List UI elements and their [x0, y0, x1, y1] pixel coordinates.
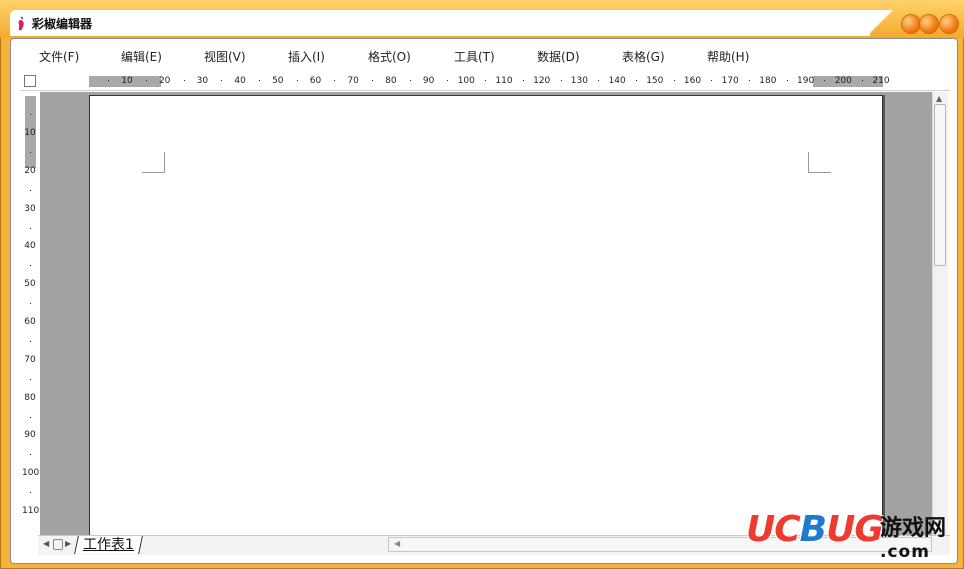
watermark-cn: 游戏网 — [880, 516, 947, 541]
ruler-label: 40 — [24, 241, 36, 252]
ruler-label: 60 — [24, 317, 36, 327]
menu-file[interactable]: 文件(F) — [39, 50, 79, 64]
ruler-dot — [30, 378, 31, 380]
ruler-dot — [673, 80, 675, 81]
ruler-label: 30 — [196, 76, 209, 86]
ruler-label: 20 — [158, 76, 171, 86]
ruler-dot — [334, 80, 336, 81]
ruler-dot — [786, 80, 788, 81]
ruler-dot — [108, 80, 110, 81]
ruler-dot — [598, 80, 600, 81]
maximize-icon[interactable] — [920, 15, 938, 33]
ruler-label: 100 — [457, 76, 475, 86]
watermark-logo: UCBUG — [746, 509, 884, 550]
sheet-tab[interactable]: 工作表1 — [74, 536, 143, 554]
ruler-label: 10 — [121, 76, 133, 86]
ruler-corner-checkbox[interactable] — [24, 75, 36, 87]
ruler-dot — [447, 80, 449, 81]
close-icon[interactable] — [940, 15, 958, 33]
ruler-label: 180 — [759, 76, 777, 86]
ruler-dot — [30, 454, 31, 456]
margin-corner-top-left — [142, 152, 165, 173]
ruler-dot — [485, 80, 487, 81]
ruler-label: 90 — [422, 76, 435, 86]
sheet-scroll-handle[interactable] — [53, 539, 63, 550]
ruler-dot — [30, 189, 31, 191]
watermark-domain: .com — [880, 542, 930, 562]
ruler-dot — [635, 80, 637, 81]
ruler-label: 40 — [234, 76, 246, 86]
minimize-icon[interactable] — [902, 15, 920, 33]
ruler-dot — [522, 80, 524, 81]
ruler-label: 140 — [608, 76, 626, 86]
ruler-dot — [30, 416, 31, 418]
title-band-slope — [860, 10, 900, 36]
ruler-dot — [30, 151, 31, 153]
ruler-dot — [30, 265, 31, 267]
ruler-label: 110 — [495, 76, 513, 86]
ruler-label: 90 — [24, 430, 36, 441]
ruler-dot — [711, 80, 713, 81]
ruler-label: 120 — [533, 76, 551, 86]
ruler-label: 30 — [24, 203, 36, 214]
margin-corner-top-right — [808, 152, 831, 173]
ruler-dot — [258, 80, 260, 81]
document-page[interactable] — [89, 95, 883, 535]
ruler-label: 20 — [24, 165, 36, 176]
ruler-dot — [221, 80, 223, 81]
ruler-label: 100 — [22, 468, 40, 479]
ruler-dot — [409, 80, 411, 81]
ruler-dot — [30, 303, 31, 305]
ruler-label: 110 — [22, 506, 40, 516]
ruler-dot — [30, 114, 31, 116]
watermark: UCBUG 游戏网 .com — [746, 510, 960, 566]
ruler-dot — [824, 80, 826, 81]
ruler-label: 210 — [872, 76, 890, 86]
sheet-prev-icon[interactable]: ◀ — [43, 539, 49, 549]
ruler-label: 80 — [24, 392, 36, 403]
scroll-left-icon[interactable]: ◀ — [394, 540, 400, 548]
title-band — [10, 10, 870, 36]
ruler-label: 170 — [721, 76, 739, 86]
ruler-dot — [183, 80, 185, 81]
ruler-label: 200 — [834, 76, 852, 86]
ruler-label: 160 — [683, 76, 702, 86]
ruler-label: 80 — [385, 76, 397, 86]
ruler-label: 60 — [309, 76, 322, 86]
ruler-dot — [145, 80, 147, 81]
ruler-dot — [30, 227, 31, 229]
sheet-tab-label: 工作表1 — [83, 537, 134, 553]
ruler-label: 70 — [347, 76, 359, 86]
ruler-label: 70 — [24, 354, 36, 365]
ruler-label: 190 — [797, 76, 815, 86]
scroll-up-icon[interactable]: ▲ — [936, 95, 942, 103]
ruler-label: 10 — [24, 128, 36, 138]
menu-help[interactable]: 帮助(H) — [707, 50, 749, 64]
vertical-scroll-thumb[interactable] — [934, 104, 946, 266]
app-title: 彩椒编辑器 — [32, 17, 93, 31]
ruler-dot — [296, 80, 298, 81]
ruler-dot — [560, 80, 562, 81]
menu-view[interactable]: 视图(V) — [204, 50, 246, 64]
menu-format[interactable]: 格式(O) — [368, 50, 411, 64]
menu-edit[interactable]: 编辑(E) — [121, 50, 162, 64]
menu-data[interactable]: 数据(D) — [537, 50, 580, 64]
ruler-label: 50 — [24, 279, 36, 290]
ruler-label: 130 — [570, 76, 588, 86]
ruler-dot — [862, 80, 864, 81]
menu-insert[interactable]: 插入(I) — [288, 50, 325, 64]
ruler-dot — [30, 492, 31, 494]
pepper-icon — [18, 16, 24, 31]
menu-tools[interactable]: 工具(T) — [454, 50, 495, 64]
ruler-dot — [30, 340, 31, 342]
ruler-dot — [372, 80, 374, 81]
ruler-label: 50 — [272, 76, 284, 86]
ruler-label: 150 — [646, 76, 664, 86]
menu-table[interactable]: 表格(G) — [622, 50, 665, 64]
sheet-next-icon[interactable]: ▶ — [65, 539, 71, 549]
ruler-dot — [749, 80, 751, 81]
